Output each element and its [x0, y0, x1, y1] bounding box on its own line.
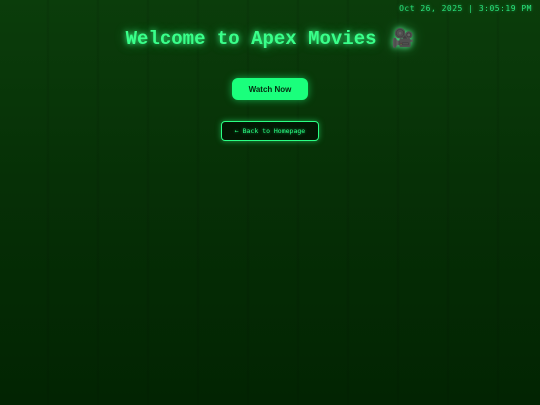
movie-camera-icon: 🎥 [391, 30, 415, 50]
background-stripes [0, 0, 540, 405]
page-title-text: Welcome to Apex Movies [125, 28, 377, 50]
datetime-display: Oct 26, 2025 | 3:05:19 PM [399, 4, 532, 13]
page-title: Welcome to Apex Movies 🎥 [0, 28, 540, 50]
back-to-homepage-button[interactable]: ← Back to Homepage [221, 121, 319, 141]
watch-now-button[interactable]: Watch Now [232, 78, 308, 100]
